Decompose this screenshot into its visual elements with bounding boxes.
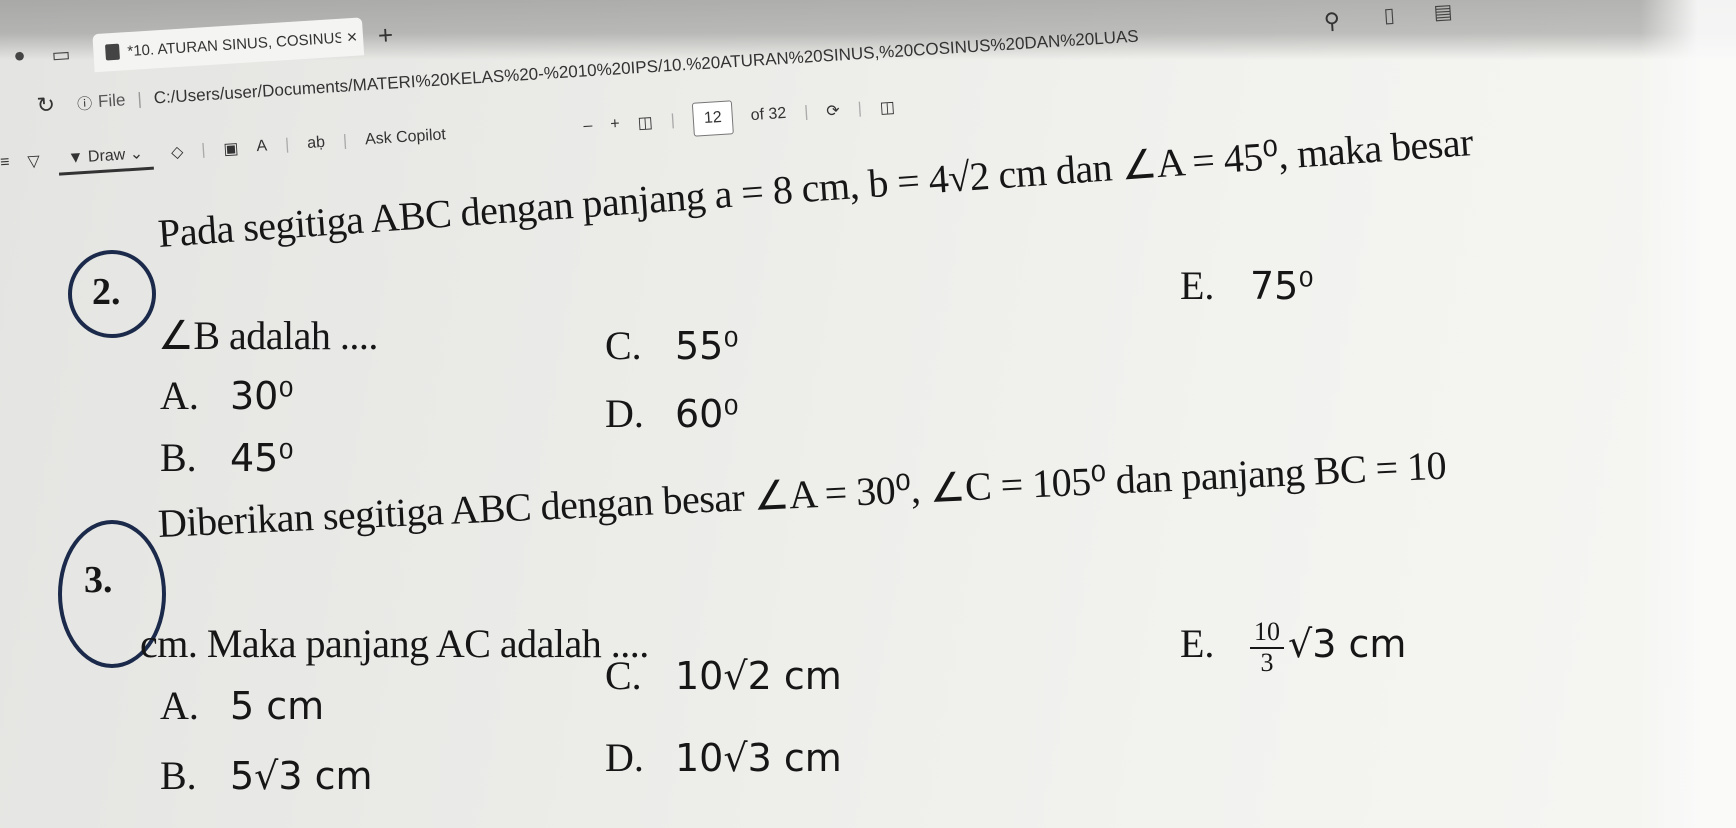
question-3-option-a[interactable]: A. 5 cm [160, 682, 324, 729]
option-label: E. [1180, 263, 1215, 308]
question-3-line-1: Diberikan segitiga ABC dengan besar ∠A =… [156, 442, 1448, 546]
question-2-option-b[interactable]: B. 45⁰ [160, 434, 294, 481]
option-value: 5√3 cm [230, 754, 373, 798]
option-value: 30⁰ [230, 374, 294, 418]
question-3-option-c[interactable]: C. 10√2 cm [605, 652, 842, 699]
fraction-numerator: 10 [1250, 617, 1284, 649]
option-label: C. [605, 653, 642, 698]
fraction-denominator: 3 [1260, 647, 1274, 677]
screen-glare [1640, 0, 1736, 828]
option-label: A. [160, 373, 199, 418]
option-label: B. [160, 435, 197, 480]
question-2-line-1: Pada segitiga ABC dengan panjang a = 8 c… [156, 119, 1475, 256]
question-3-option-e[interactable]: E. 10 3 √3 cm [1180, 617, 1407, 677]
option-value: 75⁰ [1250, 264, 1314, 308]
option-value: 55⁰ [675, 324, 739, 368]
question-2-option-e[interactable]: E. 75⁰ [1180, 262, 1314, 309]
question-3-line-2: cm. Maka panjang AC adalah .... [140, 621, 649, 666]
question-number: 2. [92, 271, 121, 313]
option-value: 5 cm [230, 684, 325, 728]
option-label: A. [160, 683, 199, 728]
option-label: C. [605, 323, 642, 368]
option-label: B. [160, 753, 197, 798]
option-value: 10√2 cm [675, 654, 842, 698]
fraction: 10 3 [1250, 617, 1284, 677]
option-label: D. [605, 391, 644, 436]
pdf-page: 2. Pada segitiga ABC dengan panjang a = … [0, 0, 1736, 828]
option-label: E. [1180, 620, 1215, 666]
option-value: 45⁰ [230, 436, 294, 480]
question-3-option-b[interactable]: B. 5√3 cm [160, 752, 373, 799]
question-number: 3. [84, 559, 113, 601]
question-3-option-d[interactable]: D. 10√3 cm [605, 734, 842, 781]
question-2-option-c[interactable]: C. 55⁰ [605, 322, 739, 369]
question-2-option-a[interactable]: A. 30⁰ [160, 372, 294, 419]
option-value: 10√3 cm [675, 736, 842, 780]
option-value: √3 cm [1288, 621, 1407, 666]
question-2-option-d[interactable]: D. 60⁰ [605, 390, 739, 437]
question-2-line-2: ∠B adalah .... [158, 313, 378, 358]
option-label: D. [605, 735, 644, 780]
option-value: 60⁰ [675, 392, 739, 436]
